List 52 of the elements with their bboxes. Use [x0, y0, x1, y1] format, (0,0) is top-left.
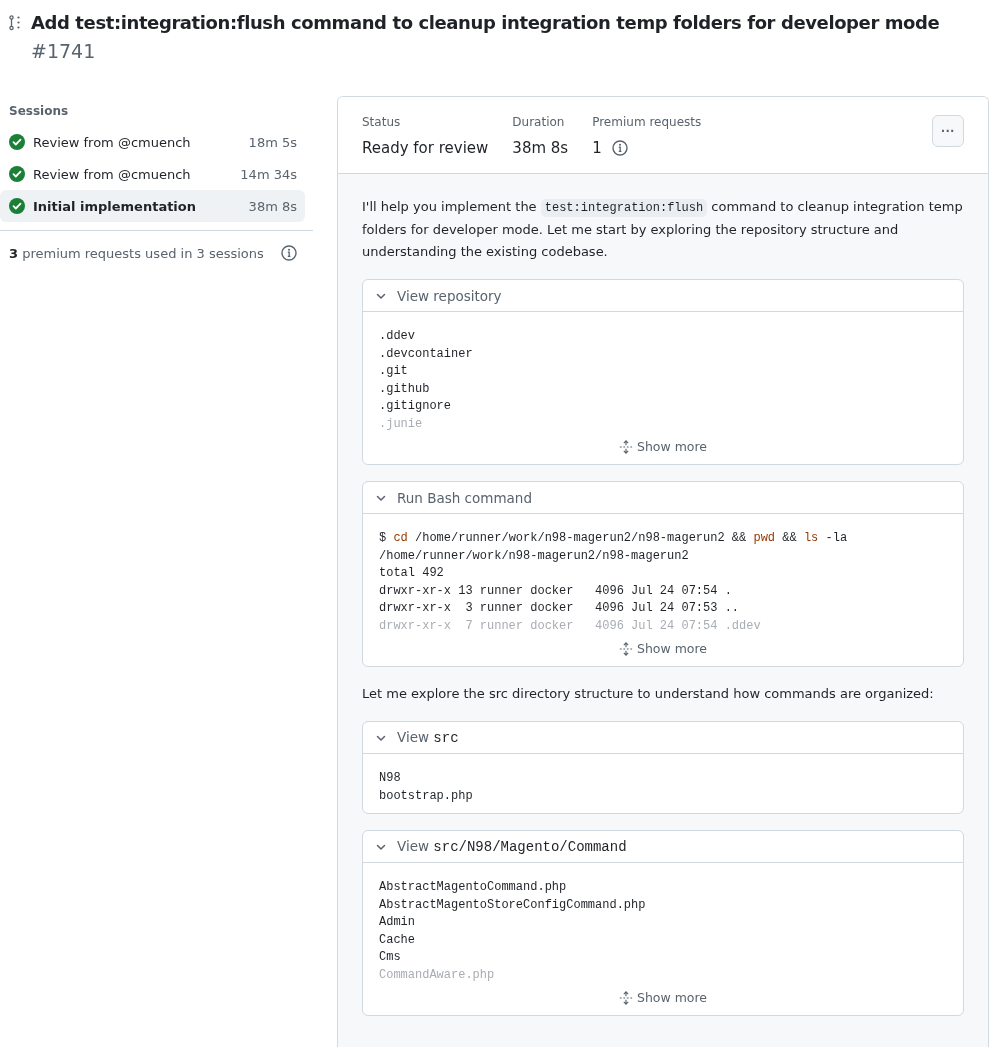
output-line: bootstrap.php	[379, 787, 474, 805]
output-line: Cms	[379, 949, 402, 966]
session-item[interactable]: Initial implementation 38m 8s	[0, 190, 305, 222]
output-line: .gitignore	[379, 398, 452, 415]
output-line: /home/runner/work/n98-magerun2/n98-magerun2	[379, 547, 690, 565]
show-more-button[interactable]: Show more	[614, 988, 712, 1007]
tool-header[interactable]: View src	[363, 722, 963, 754]
output-line: .github	[379, 380, 431, 398]
check-circle-icon	[9, 166, 25, 182]
field-value: Ready for review	[362, 139, 489, 157]
show-more-button[interactable]: Show more	[614, 639, 712, 658]
output-line: CommandAware.php	[379, 966, 496, 984]
info-icon[interactable]	[281, 245, 297, 261]
output-line: N98	[379, 770, 402, 787]
output-line: $ cd /home/runner/work/n98-magerun2/n98-magerun2 && pwd && ls -la	[379, 530, 849, 547]
output-line: .devcontainer	[379, 345, 474, 363]
field-value: 38m 8s	[512, 139, 569, 157]
pull-request-number: #1741	[31, 40, 97, 62]
tool-header[interactable]: Run Bash command	[363, 482, 963, 514]
output-line: drwxr-xr-x 13 runner docker 4096 Jul 24 07:54 .	[379, 582, 733, 600]
field-label: Status	[362, 115, 402, 129]
output-line: Admin	[379, 914, 416, 931]
sessions-heading: Sessions	[8, 104, 70, 120]
tool-header[interactable]: View repository	[363, 280, 963, 312]
tool-header[interactable]: View src/N98/Magento/Command	[363, 831, 963, 863]
info-icon[interactable]	[611, 140, 628, 156]
show-more-button[interactable]: Show more	[614, 437, 712, 456]
output-line: .junie	[379, 415, 424, 433]
page-title: Add test:integration:flush command to cleanup integration temp folders for developer mode	[31, 11, 940, 35]
session-item[interactable]: Review from @cmuench 18m 5s	[0, 126, 305, 158]
output-line: .ddev	[379, 328, 416, 345]
output-line: total 492	[379, 565, 445, 582]
more-options-button[interactable]: ···	[932, 115, 964, 147]
message-text: I'll help you implement the test:integration:flush command to cleanup integration temp folders for developer mode. Let me start by exploring the repository structure and understanding the existing codebase.	[362, 198, 964, 261]
output-line: Cache	[379, 931, 416, 949]
check-circle-icon	[9, 134, 25, 150]
field-value: 1	[592, 139, 602, 157]
usage-summary: 3 premium requests used in 3 sessions	[9, 245, 264, 261]
output-line: drwxr-xr-x 3 runner docker 4096 Jul 24 07:53 ..	[379, 600, 741, 617]
output-line: AbstractMagentoCommand.php	[379, 879, 568, 896]
output-line: AbstractMagentoStoreConfigCommand.php	[379, 896, 647, 914]
output-line: .git	[379, 363, 409, 380]
check-circle-icon	[9, 198, 25, 214]
expand-icon	[618, 439, 633, 454]
expand-icon	[618, 641, 633, 656]
field-label: Duration	[512, 115, 566, 129]
pull-request-icon	[9, 15, 21, 31]
session-item[interactable]: Review from @cmuench 14m 34s	[0, 158, 305, 190]
expand-icon	[618, 990, 633, 1005]
output-line: drwxr-xr-x 7 runner docker 4096 Jul 24 07:54 .ddev	[379, 617, 762, 635]
field-label: Premium requests	[592, 115, 702, 129]
message-text: Let me explore the src directory structure to understand how commands are organized:	[362, 685, 935, 703]
